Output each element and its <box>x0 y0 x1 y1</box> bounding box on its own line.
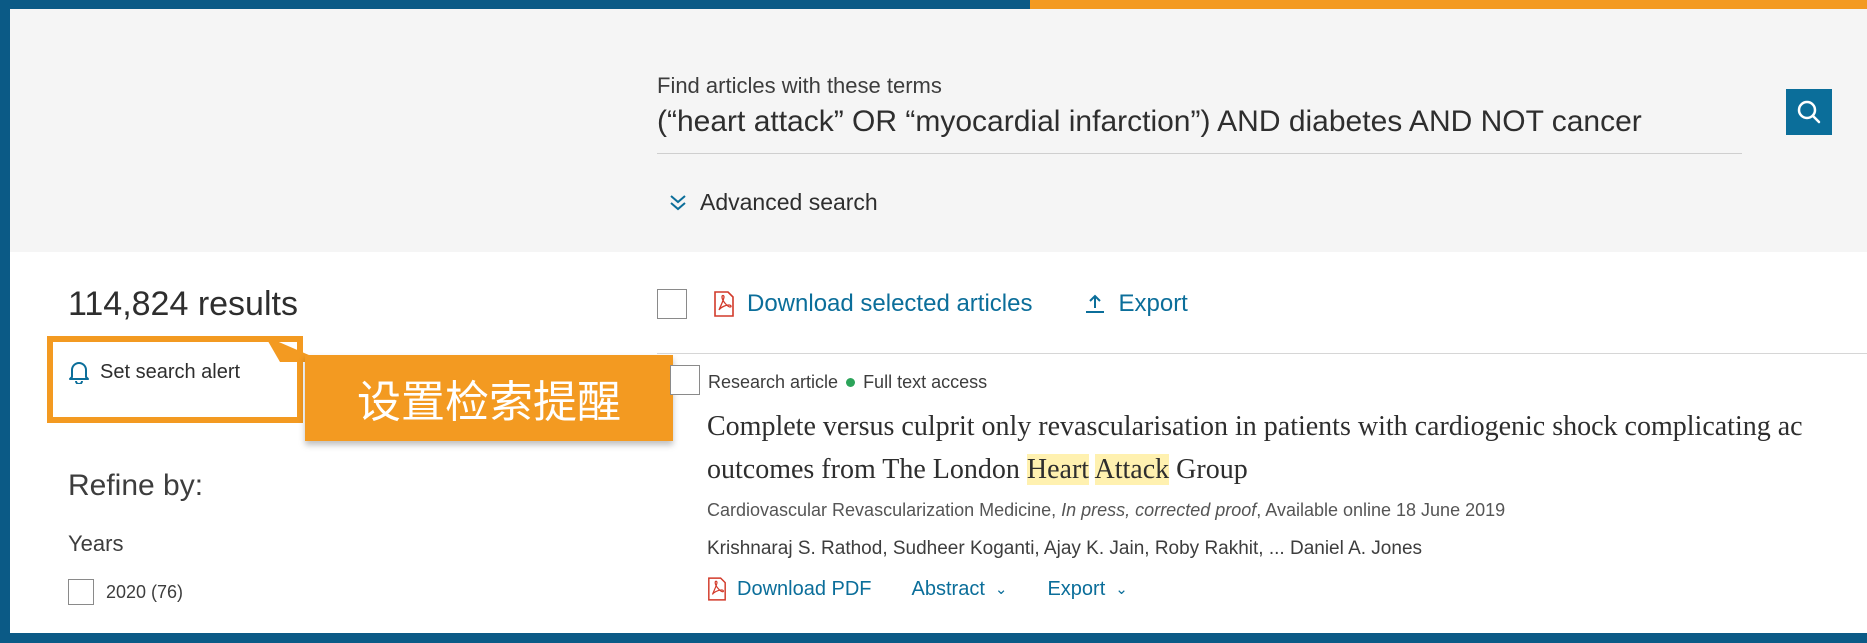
access-dot-icon <box>846 378 856 387</box>
chevron-down-icon: ⌄ <box>994 581 1008 598</box>
set-search-alert-link[interactable]: Set search alert <box>68 360 240 384</box>
year-checkbox[interactable] <box>68 579 94 605</box>
search-header: Find articles with these terms (“heart a… <box>10 9 1867 252</box>
article-title-line1: Complete versus culprit only revasculari… <box>707 411 1803 442</box>
abstract-label: Abstract <box>911 577 985 600</box>
search-button[interactable] <box>1786 89 1832 135</box>
set-search-alert-label: Set search alert <box>100 360 241 383</box>
results-count: 114,824 results <box>68 285 298 323</box>
article-access: Full text access <box>863 372 988 392</box>
pdf-icon <box>708 577 726 601</box>
article-title-link[interactable]: Complete versus culprit only revasculari… <box>707 405 1867 491</box>
chevron-down-icon: ⌄ <box>1115 581 1128 598</box>
article-export-label: Export <box>1047 577 1106 600</box>
article-meta: Research article Full text access <box>708 372 987 393</box>
article-title-line2: outcomes from The London Heart Attack Gr… <box>707 454 1248 485</box>
article-authors: Krishnaraj S. Rathod, Sudheer Koganti, A… <box>707 538 1423 559</box>
advanced-search-label: Advanced search <box>700 189 878 215</box>
bell-icon <box>69 362 89 384</box>
toolbar-divider <box>657 353 1867 354</box>
download-pdf-button[interactable]: Download PDF <box>707 577 872 601</box>
export-label: Export <box>1118 290 1188 317</box>
year-filter-option[interactable]: 2020 (76) <box>68 579 183 605</box>
abstract-toggle[interactable]: Abstract ⌄ <box>912 578 1008 601</box>
search-input[interactable]: (“heart attack” OR “myocardial infarctio… <box>657 105 1742 154</box>
refine-title: Refine by: <box>68 469 204 502</box>
annotation-callout: 设置检索提醒 <box>305 355 673 441</box>
results-toolbar: Download selected articles Export <box>657 289 1188 319</box>
highlight-term: Attack <box>1094 454 1170 485</box>
select-all-checkbox[interactable] <box>657 289 687 319</box>
download-selected-button[interactable]: Download selected articles <box>713 290 1032 318</box>
export-icon <box>1086 294 1105 313</box>
years-filter-label: Years <box>68 531 124 556</box>
search-label: Find articles with these terms <box>657 73 942 98</box>
article-checkbox[interactable] <box>670 365 700 395</box>
chevron-double-down-icon <box>670 194 686 210</box>
download-selected-label: Download selected articles <box>747 290 1033 317</box>
search-icon <box>1797 100 1821 124</box>
article-source: Cardiovascular Revascularization Medicin… <box>707 500 1506 520</box>
article-actions: Download PDF Abstract ⌄ Export ⌄ <box>707 577 1168 601</box>
article-export-toggle[interactable]: Export ⌄ <box>1047 578 1127 601</box>
top-accent-tab <box>1030 0 1867 9</box>
pdf-icon <box>714 291 734 317</box>
export-button[interactable]: Export <box>1084 290 1188 318</box>
download-pdf-label: Download PDF <box>737 577 872 600</box>
year-option-label: 2020 (76) <box>106 581 184 602</box>
advanced-search-link[interactable]: Advanced search <box>668 189 878 216</box>
article-type: Research article <box>708 372 839 392</box>
page-frame: Find articles with these terms (“heart a… <box>10 9 1867 633</box>
highlight-term: Heart <box>1026 454 1090 485</box>
